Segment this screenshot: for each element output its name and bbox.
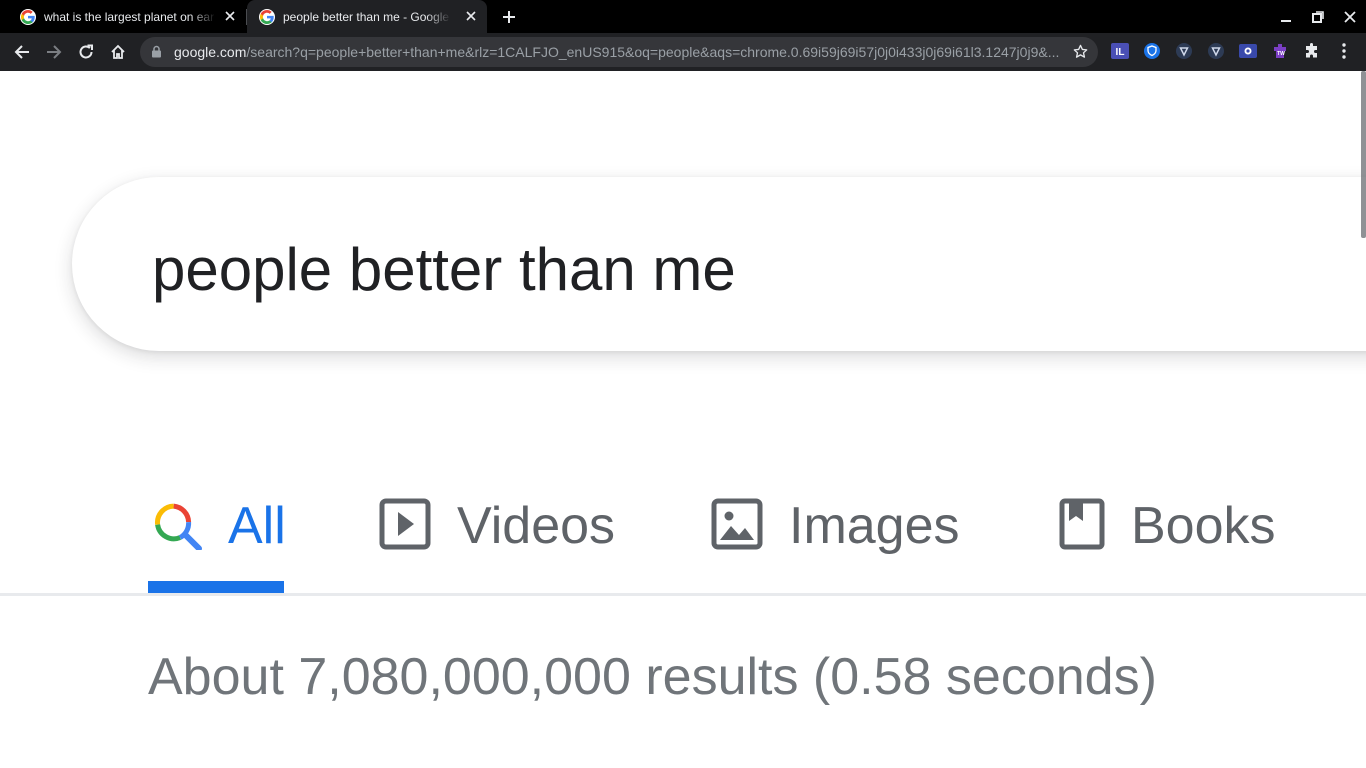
- lock-icon[interactable]: [151, 45, 162, 63]
- screen-extension-icon[interactable]: [1238, 41, 1258, 61]
- search-tabs-bar: All Videos Images Books: [0, 466, 1366, 596]
- tab-videos[interactable]: Videos: [379, 466, 615, 586]
- tw-extension-icon[interactable]: TW: [1270, 41, 1290, 61]
- tab-books[interactable]: Books: [1059, 466, 1276, 586]
- play-box-icon: [379, 498, 431, 555]
- forward-arrow-icon[interactable]: [43, 41, 65, 63]
- minimize-icon[interactable]: [1277, 8, 1295, 26]
- result-stats: About 7,080,000,000 results (0.58 second…: [148, 648, 1157, 706]
- search-query-text[interactable]: people better than me: [152, 235, 736, 305]
- search-results-page: people better than me All Videos Images …: [0, 71, 1366, 768]
- image-icon: [711, 498, 763, 555]
- page-scrollbar[interactable]: [1361, 71, 1366, 238]
- browser-toolbar: google.com/search?q=people+better+than+m…: [0, 33, 1366, 71]
- book-icon: [1059, 498, 1105, 555]
- back-arrow-icon[interactable]: [11, 41, 33, 63]
- restore-window-icon[interactable]: [1309, 8, 1327, 26]
- url-host: google.com: [174, 44, 247, 60]
- tabs-divider: [0, 593, 1366, 596]
- tab-books-label: Books: [1131, 497, 1276, 555]
- address-bar[interactable]: google.com/search?q=people+better+than+m…: [140, 37, 1098, 67]
- shield-extension-icon[interactable]: [1142, 41, 1162, 61]
- home-icon[interactable]: [107, 41, 129, 63]
- vpn-extension-icon[interactable]: [1174, 41, 1194, 61]
- search-color-icon: [150, 498, 202, 555]
- tab-all-label: All: [228, 497, 286, 555]
- il-extension-icon[interactable]: IL: [1110, 41, 1130, 61]
- search-box[interactable]: people better than me: [72, 177, 1366, 351]
- close-window-icon[interactable]: [1341, 8, 1359, 26]
- puzzle-icon[interactable]: [1302, 41, 1322, 61]
- kebab-menu-icon[interactable]: [1334, 41, 1354, 61]
- url-path: /search?q=people+better+than+me&rlz=1CAL…: [246, 44, 1060, 60]
- reload-icon[interactable]: [75, 41, 97, 63]
- url-text: google.com/search?q=people+better+than+m…: [174, 45, 1059, 60]
- svg-text:IL: IL: [1116, 47, 1125, 58]
- close-tab-icon[interactable]: [222, 8, 238, 24]
- tab-title: people better than me - Google S: [283, 9, 451, 24]
- google-favicon-icon: [20, 8, 36, 25]
- tab-videos-label: Videos: [457, 497, 616, 555]
- tab-images[interactable]: Images: [711, 466, 960, 586]
- google-favicon-icon: [259, 8, 275, 25]
- browser-tab-2-active[interactable]: people better than me - Google S: [247, 0, 487, 33]
- active-tab-indicator: [148, 581, 284, 593]
- bookmark-star-icon[interactable]: [1073, 44, 1088, 64]
- svg-text:TW: TW: [1277, 51, 1285, 57]
- browser-tab-1[interactable]: what is the largest planet on ear: [0, 0, 246, 33]
- new-tab-plus-icon[interactable]: [500, 8, 518, 26]
- tab-all[interactable]: All: [150, 466, 286, 586]
- tab-images-label: Images: [789, 497, 960, 555]
- vpn-extension-icon-2[interactable]: [1206, 41, 1226, 61]
- close-tab-icon[interactable]: [463, 8, 479, 24]
- tab-title: what is the largest planet on ear: [44, 9, 215, 24]
- browser-tab-strip: what is the largest planet on ear people…: [0, 0, 1366, 33]
